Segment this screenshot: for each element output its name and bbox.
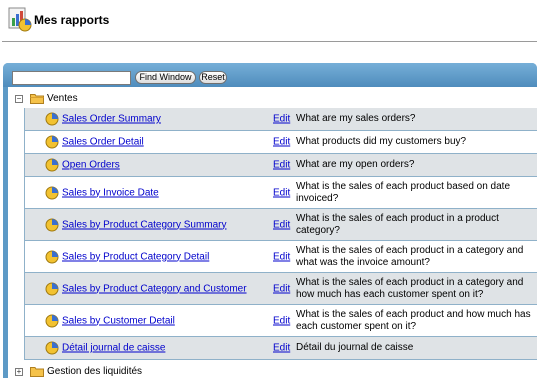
report-description: What is the sales of each product in a c… (296, 244, 524, 268)
report-row: Sales by Invoice Date Edit What is the s… (24, 177, 537, 209)
report-row: Sales Order Detail Edit What products di… (24, 131, 537, 154)
edit-link[interactable]: Edit (273, 160, 290, 171)
edit-link[interactable]: Edit (273, 343, 290, 354)
edit-link[interactable]: Edit (273, 114, 290, 125)
report-description: What products did my customers buy? (296, 136, 467, 147)
folder-closed-icon (30, 367, 44, 377)
folder-open-icon (30, 94, 44, 104)
page-title: Mes rapports (34, 13, 110, 27)
report-description: What are my sales orders? (296, 113, 416, 124)
report-description: What is the sales of each product based … (296, 180, 511, 204)
report-link[interactable]: Sales by Product Category Summary (62, 219, 227, 230)
report-link[interactable]: Sales by Product Category Detail (62, 251, 209, 262)
report-row: Sales Order Summary Edit What are my sal… (24, 108, 537, 131)
report-icon (45, 250, 59, 263)
report-row: Détail journal de caisse Edit Détail du … (24, 337, 537, 360)
collapse-toggle-icon[interactable]: − (15, 95, 23, 103)
report-link[interactable]: Détail journal de caisse (62, 343, 165, 354)
report-row: Sales by Customer Detail Edit What is th… (24, 305, 537, 337)
edit-link[interactable]: Edit (273, 251, 290, 262)
reports-chart-icon (8, 7, 32, 32)
folder-label-gestion-liquidites[interactable]: Gestion des liquidités (47, 366, 142, 377)
folder-label-ventes[interactable]: Ventes (47, 93, 78, 104)
reset-button[interactable]: Reset (199, 71, 227, 84)
edit-link[interactable]: Edit (273, 137, 290, 148)
report-list: Sales Order Summary Edit What are my sal… (24, 108, 537, 360)
report-link[interactable]: Sales by Invoice Date (62, 187, 159, 198)
report-link[interactable]: Open Orders (62, 160, 120, 171)
edit-link[interactable]: Edit (273, 283, 290, 294)
report-description: What are my open orders? (296, 159, 415, 170)
edit-link[interactable]: Edit (273, 219, 290, 230)
report-icon (45, 218, 59, 231)
report-description: Détail du journal de caisse (296, 342, 414, 353)
report-link[interactable]: Sales Order Summary (62, 114, 161, 125)
report-link[interactable]: Sales by Product Category and Customer (62, 283, 247, 294)
find-window-input[interactable] (12, 71, 131, 85)
report-row: Open Orders Edit What are my open orders… (24, 154, 537, 177)
report-icon (45, 158, 59, 172)
report-row: Sales by Product Category Detail Edit Wh… (24, 241, 537, 273)
report-icon (45, 112, 59, 126)
page-header: Mes rapports (0, 0, 537, 44)
find-window-button[interactable]: Find Window (135, 71, 196, 84)
report-description: What is the sales of each product in a c… (296, 276, 524, 300)
report-description: What is the sales of each product in a p… (296, 212, 499, 236)
report-icon (45, 282, 59, 295)
report-link[interactable]: Sales Order Detail (62, 137, 144, 148)
report-icon (45, 186, 59, 199)
report-link[interactable]: Sales by Customer Detail (62, 315, 175, 326)
report-row: Sales by Product Category and Customer E… (24, 273, 537, 305)
expand-toggle-icon[interactable]: + (15, 368, 23, 376)
report-icon (45, 314, 59, 327)
report-icon (45, 341, 59, 355)
edit-link[interactable]: Edit (273, 315, 290, 326)
header-divider (2, 41, 537, 42)
report-icon (45, 135, 59, 149)
report-row: Sales by Product Category Summary Edit W… (24, 209, 537, 241)
edit-link[interactable]: Edit (273, 187, 290, 198)
report-description: What is the sales of each product and ho… (296, 308, 531, 332)
